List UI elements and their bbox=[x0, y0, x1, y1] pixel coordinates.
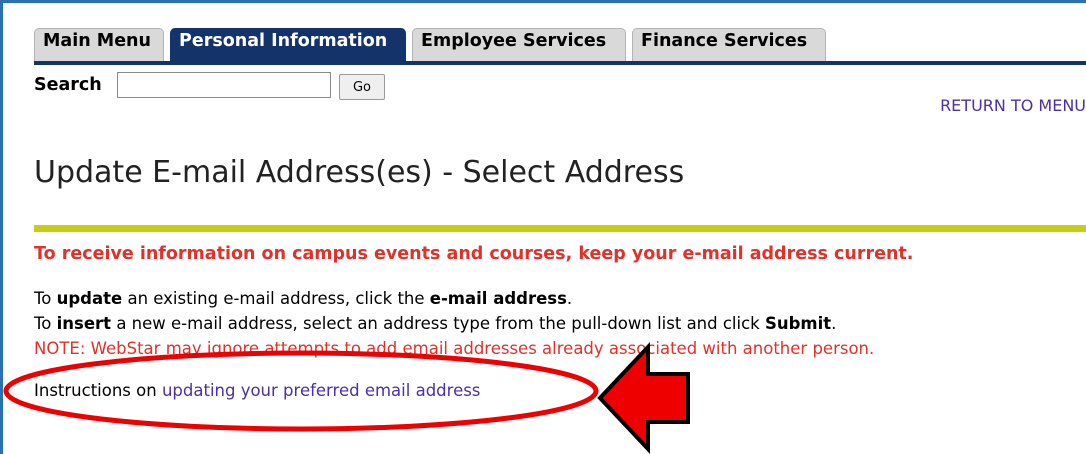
tab-personal-information[interactable]: Personal Information bbox=[170, 28, 406, 62]
page-title: Update E-mail Address(es) - Select Addre… bbox=[34, 155, 685, 190]
return-to-menu-link[interactable]: RETURN TO MENU bbox=[940, 96, 1086, 116]
preferred-email-instructions-link[interactable]: updating your preferred email address bbox=[162, 381, 480, 400]
instructions-prefix: Instructions on bbox=[34, 381, 162, 400]
tab-main-menu[interactable]: Main Menu bbox=[34, 28, 164, 62]
tab-finance-services[interactable]: Finance Services bbox=[632, 28, 826, 62]
instructions-line: Instructions on updating your preferred … bbox=[34, 379, 480, 402]
search-input[interactable] bbox=[117, 72, 331, 98]
update-instruction: To update an existing e-mail address, cl… bbox=[34, 289, 573, 308]
note-message: NOTE: WebStar may ignore attempts to add… bbox=[34, 339, 875, 358]
search-label: Search bbox=[34, 75, 102, 95]
insert-instruction: To insert a new e-mail address, select a… bbox=[34, 314, 837, 333]
title-divider bbox=[34, 225, 1086, 232]
go-button[interactable]: Go bbox=[339, 74, 385, 100]
tab-bar-underline bbox=[34, 61, 1086, 65]
tab-employee-services[interactable]: Employee Services bbox=[412, 28, 626, 62]
info-message: To receive information on campus events … bbox=[34, 244, 914, 264]
